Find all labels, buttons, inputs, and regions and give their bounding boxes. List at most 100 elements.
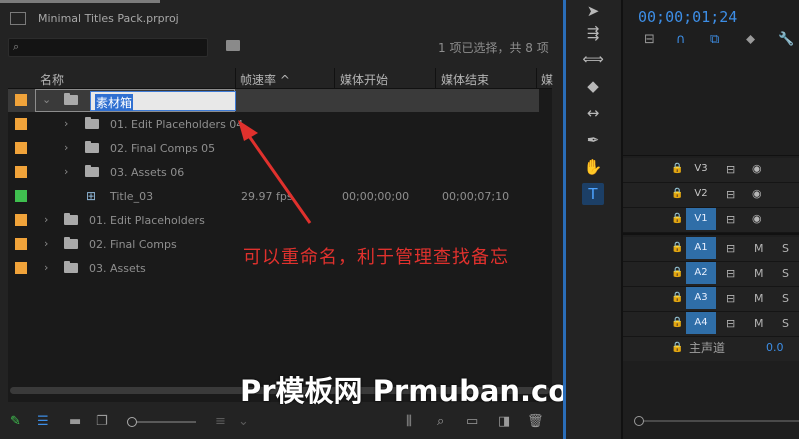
column-media-end[interactable]: 媒体结束 xyxy=(441,71,489,88)
column-framerate[interactable]: 帧速率 ^ xyxy=(240,71,290,88)
track-label[interactable]: V2 xyxy=(686,183,716,205)
folder-icon xyxy=(85,117,99,129)
expand-chevron-icon[interactable]: › xyxy=(64,165,68,178)
freeform-view-icon[interactable]: ❐ xyxy=(96,414,108,429)
new-item-icon[interactable]: ◨ xyxy=(498,414,510,429)
lock-icon[interactable]: 🔒 xyxy=(671,242,683,253)
rename-text: 素材箱 xyxy=(95,94,134,111)
sequence-icon: ⊞ xyxy=(86,189,97,203)
expand-chevron-icon[interactable]: › xyxy=(44,213,48,226)
label-color-swatch[interactable] xyxy=(15,166,27,178)
column-media-start[interactable]: 媒体开始 xyxy=(340,71,388,88)
label-color-swatch[interactable] xyxy=(15,262,27,274)
eye-icon[interactable]: ◉ xyxy=(752,212,762,225)
folder-icon xyxy=(64,261,78,273)
lock-icon[interactable]: 🔒 xyxy=(671,342,683,353)
mute-button[interactable]: M xyxy=(754,292,764,305)
row-name: 01. Edit Placeholders xyxy=(89,214,205,227)
sync-lock-icon[interactable]: ⊟ xyxy=(726,213,735,226)
project-file-icon xyxy=(10,12,26,25)
sync-lock-icon[interactable]: ⊟ xyxy=(726,317,735,330)
column-header: 名称 帧速率 ^ 媒体开始 媒体结束 媒 xyxy=(8,68,553,89)
wrench-icon[interactable]: 🔧 xyxy=(778,32,794,47)
icon-view-icon[interactable]: ▬ xyxy=(69,414,81,429)
mute-button[interactable]: M xyxy=(754,242,764,255)
collapse-chevron-icon[interactable]: ⌄ xyxy=(42,93,51,106)
mute-button[interactable]: M xyxy=(754,267,764,280)
type-tool-icon[interactable]: T xyxy=(582,183,604,205)
timeline-zoom-knob[interactable] xyxy=(634,416,644,426)
lock-icon[interactable]: 🔒 xyxy=(671,163,683,174)
eye-icon[interactable]: ◉ xyxy=(752,162,762,175)
zoom-slider-knob[interactable] xyxy=(127,417,137,427)
label-color-swatch[interactable] xyxy=(15,238,27,250)
search-input[interactable]: ⌕ xyxy=(8,38,208,57)
folder-icon xyxy=(85,165,99,177)
annotation-arrow xyxy=(238,120,312,224)
expand-chevron-icon[interactable]: › xyxy=(64,117,68,130)
automate-sequence-icon[interactable]: ⫼ xyxy=(406,414,412,429)
lock-icon[interactable]: 🔒 xyxy=(671,213,683,224)
expand-chevron-icon[interactable]: › xyxy=(64,141,68,154)
track-select-tool-icon[interactable]: ⇶ xyxy=(582,22,604,44)
track-label[interactable]: A3 xyxy=(686,287,716,309)
ripple-edit-tool-icon[interactable]: ⟺ xyxy=(582,48,604,70)
list-view-icon[interactable]: ☰ xyxy=(37,414,49,429)
watermark: Pr模板网 Prmuban.com xyxy=(240,374,599,408)
folder-icon xyxy=(64,237,78,249)
snap-icon[interactable]: ∩ xyxy=(676,32,686,47)
sync-lock-icon[interactable]: ⊟ xyxy=(726,267,735,280)
trash-icon[interactable]: 🗑 xyxy=(527,414,544,429)
track-label[interactable]: V1 xyxy=(686,208,716,230)
column-name[interactable]: 名称 xyxy=(40,71,64,88)
expand-chevron-icon[interactable]: › xyxy=(44,261,48,274)
track-label[interactable]: A4 xyxy=(686,312,716,334)
nest-icon[interactable]: ⊟ xyxy=(644,32,655,47)
lock-icon[interactable]: 🔒 xyxy=(671,317,683,328)
timeline-zoom-scrollbar[interactable] xyxy=(636,420,799,422)
sort-icon[interactable]: ≡ xyxy=(215,414,226,429)
label-color-swatch[interactable] xyxy=(15,94,27,106)
lock-icon[interactable]: 🔒 xyxy=(671,267,683,278)
label-color-swatch[interactable] xyxy=(15,142,27,154)
rename-field[interactable]: 素材箱 xyxy=(90,91,236,111)
add-marker-icon[interactable]: ⬥ xyxy=(746,32,755,47)
lock-icon[interactable]: 🔒 xyxy=(671,292,683,303)
sync-lock-icon[interactable]: ⊟ xyxy=(726,163,735,176)
row-name: 03. Assets 06 xyxy=(110,166,185,179)
track-label[interactable]: V3 xyxy=(686,158,716,180)
folder-icon xyxy=(64,93,78,105)
sort-dropdown-icon[interactable]: ⌄ xyxy=(238,414,249,429)
new-bin-icon[interactable]: ▭ xyxy=(466,414,478,429)
expand-chevron-icon[interactable]: › xyxy=(44,237,48,250)
solo-button[interactable]: S xyxy=(782,242,789,255)
track-label[interactable]: A2 xyxy=(686,262,716,284)
hand-tool-icon[interactable]: ✋ xyxy=(582,156,604,178)
slip-tool-icon[interactable]: ↔ xyxy=(582,102,604,124)
pencil-icon[interactable]: ✎ xyxy=(10,414,21,429)
label-color-swatch[interactable] xyxy=(15,118,27,130)
track-label[interactable]: A1 xyxy=(686,237,716,259)
find-icon[interactable]: ⌕ xyxy=(437,414,444,429)
column-media-more[interactable]: 媒 xyxy=(541,71,553,88)
sync-lock-icon[interactable]: ⊟ xyxy=(726,188,735,201)
lock-icon[interactable]: 🔒 xyxy=(671,188,683,199)
solo-button[interactable]: S xyxy=(782,267,789,280)
solo-button[interactable]: S xyxy=(782,292,789,305)
linked-selection-icon[interactable]: ⧉ xyxy=(710,32,719,47)
pen-tool-icon[interactable]: ✒ xyxy=(582,129,604,151)
timecode[interactable]: 00;00;01;24 xyxy=(638,8,737,26)
selection-tool-icon[interactable]: ➤ xyxy=(582,0,604,22)
eye-icon[interactable]: ◉ xyxy=(752,187,762,200)
table-row-renaming[interactable]: ⌄ 素材箱 xyxy=(8,89,539,112)
zoom-slider[interactable] xyxy=(130,421,196,423)
master-volume-value[interactable]: 0.0 xyxy=(766,341,784,354)
mute-button[interactable]: M xyxy=(754,317,764,330)
label-color-swatch[interactable] xyxy=(15,190,27,202)
solo-button[interactable]: S xyxy=(782,317,789,330)
razor-tool-icon[interactable]: ◆ xyxy=(582,75,604,97)
sync-lock-icon[interactable]: ⊟ xyxy=(726,242,735,255)
label-color-swatch[interactable] xyxy=(15,214,27,226)
new-bin-from-search-icon[interactable] xyxy=(226,40,240,51)
sync-lock-icon[interactable]: ⊟ xyxy=(726,292,735,305)
